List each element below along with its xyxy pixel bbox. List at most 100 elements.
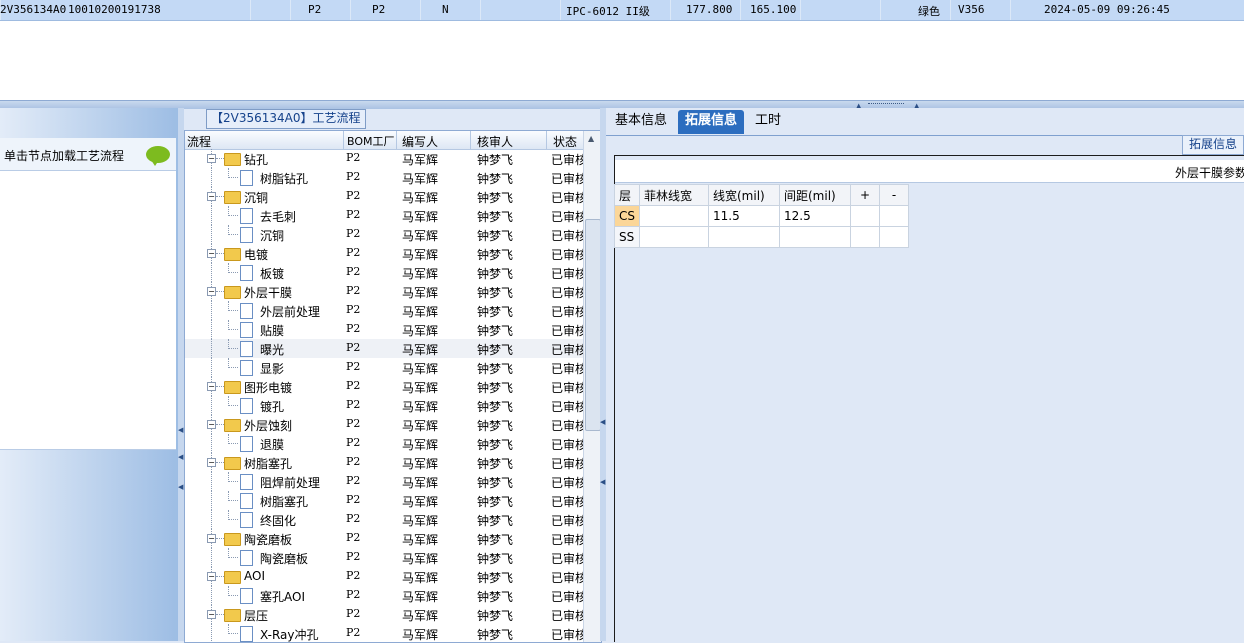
tree-node-step[interactable]: X-Ray冲孔 P2 马军辉 钟梦飞 已审核 [185,624,583,642]
grid-cell-spacing[interactable]: 12.5 [779,205,851,227]
tab-man-hours[interactable]: 工时 [748,110,788,134]
grid-cell-layer[interactable]: CS [614,205,640,227]
folder-icon [224,286,241,299]
collapse-arrow-icon-2[interactable]: ◀ [600,478,605,486]
tab-basic-info[interactable]: 基本信息 [608,110,674,134]
tree-node-group[interactable]: − AOI P2 马军辉 钟梦飞 已审核 [185,567,583,586]
cell-status: 已审核 [551,229,583,243]
tree-node-group[interactable]: − 钻孔 P2 马军辉 钟梦飞 已审核 [185,149,583,168]
header-cell-factory[interactable]: P2 [308,3,321,16]
extended-info-button[interactable]: 拓展信息 [1182,135,1244,155]
grid-cell-minus[interactable] [879,205,909,227]
section-title-bar: 外层干膜参数 [615,160,1244,183]
tree-branch-line [228,310,238,311]
grid-header-spacing[interactable]: 间距(mil) [779,184,851,206]
tree-node-label: 层压 [244,609,269,623]
collapse-toggle-icon[interactable]: − [207,572,216,581]
scroll-up-arrow-icon[interactable]: ▲ [588,134,594,143]
header-grid-row[interactable]: 2V356134A0 10010200191738 P2 P2 N IPC-6012 II… [0,0,1244,21]
process-tree-grid[interactable]: 流程 BOM工厂 编写人 核审人 状态 −钻孔P2马军辉钟梦飞已审核树脂钻孔P2… [184,130,602,643]
header-cell-site[interactable]: P2 [372,3,385,16]
collapse-toggle-icon[interactable]: − [207,458,216,467]
grid-header-layer[interactable]: 层 [614,184,640,206]
tree-node-group[interactable]: − 电镀 P2 马军辉 钟梦飞 已审核 [185,244,583,263]
header-cell-color[interactable]: 绿色 [918,3,940,19]
left-tree-area[interactable] [0,171,176,450]
scrollbar-thumb[interactable] [585,219,601,431]
collapse-toggle-icon[interactable]: − [207,382,216,391]
grid-row[interactable]: SS [614,226,909,248]
grid-header-film-width[interactable]: 菲林线宽 [639,184,709,206]
remove-row-button[interactable]: - [879,184,909,206]
grid-cell-film-width[interactable] [639,205,709,227]
outer-dry-film-grid[interactable]: 层 菲林线宽 线宽(mil) 间距(mil) + - CS 11.5 12.5 … [614,184,909,248]
collapse-toggle-icon[interactable]: − [207,192,216,201]
header-cell-job-no[interactable]: 2V356134A0 [0,3,66,16]
col-header-flow[interactable]: 流程 [187,133,211,150]
header-cell-width[interactable]: 177.800 [686,3,732,16]
grid-cell-plus[interactable] [850,205,880,227]
tab-extended-info[interactable]: 拓展信息 [678,110,745,134]
grid-header-line-width[interactable]: 线宽(mil) [708,184,780,206]
grid-cell-film-width[interactable] [639,226,709,248]
tree-node-step[interactable]: 曝光 P2 马军辉 钟梦飞 已审核 [185,339,583,358]
splitter-grip[interactable] [868,103,904,106]
col-header-bom-factory[interactable]: BOM工厂 [347,133,395,149]
col-header-writer[interactable]: 编写人 [402,133,438,150]
tree-node-step[interactable]: 显影 P2 马军辉 钟梦飞 已审核 [185,358,583,377]
cell-writer: 马军辉 [402,495,439,509]
tree-node-group[interactable]: − 外层蚀刻 P2 马军辉 钟梦飞 已审核 [185,415,583,434]
vertical-scrollbar[interactable]: ▲ [583,131,601,642]
grid-cell-minus[interactable] [879,226,909,248]
col-header-status[interactable]: 状态 [553,133,577,150]
collapse-toggle-icon[interactable]: − [207,534,216,543]
tree-node-step[interactable]: 去毛刺 P2 马军辉 钟梦飞 已审核 [185,206,583,225]
tree-node-group[interactable]: − 层压 P2 马军辉 钟梦飞 已审核 [185,605,583,624]
tree-node-step[interactable]: 终固化 P2 马军辉 钟梦飞 已审核 [185,510,583,529]
tree-node-step[interactable]: 沉铜 P2 马军辉 钟梦飞 已审核 [185,225,583,244]
tree-node-group[interactable]: − 图形电镀 P2 马军辉 钟梦飞 已审核 [185,377,583,396]
col-header-reviewer[interactable]: 核审人 [477,133,513,150]
grid-cell-spacing[interactable] [779,226,851,248]
tree-node-step[interactable]: 陶瓷磨板 P2 马军辉 钟梦飞 已审核 [185,548,583,567]
tree-node-group[interactable]: − 外层干膜 P2 马军辉 钟梦飞 已审核 [185,282,583,301]
tree-node-step[interactable]: 树脂塞孔 P2 马军辉 钟梦飞 已审核 [185,491,583,510]
header-cell-version[interactable]: V356 [958,3,985,16]
grid-cell-layer[interactable]: SS [614,226,640,248]
collapse-toggle-icon[interactable]: − [207,420,216,429]
tree-node-step[interactable]: 退膜 P2 马军辉 钟梦飞 已审核 [185,434,583,453]
tree-node-step[interactable]: 树脂钻孔 P2 马军辉 钟梦飞 已审核 [185,168,583,187]
tree-node-group[interactable]: − 陶瓷磨板 P2 马军辉 钟梦飞 已审核 [185,529,583,548]
tree-node-step[interactable]: 镀孔 P2 马军辉 钟梦飞 已审核 [185,396,583,415]
collapse-toggle-icon[interactable]: − [207,287,216,296]
tree-guide-line [211,396,212,415]
tree-node-step[interactable]: 贴膜 P2 马军辉 钟梦飞 已审核 [185,320,583,339]
collapse-toggle-icon[interactable]: − [207,249,216,258]
collapse-left-arrow-icon-2[interactable]: ◀ [178,453,183,461]
tree-node-step[interactable]: 板镀 P2 马军辉 钟梦飞 已审核 [185,263,583,282]
grid-cell-line-width[interactable] [708,226,780,248]
grid-cell-line-width[interactable]: 11.5 [708,205,780,227]
header-cell-flag[interactable]: N [442,3,449,16]
header-cell-timestamp[interactable]: 2024-05-09 09:26:45 [1044,3,1170,16]
collapse-left-arrow-icon[interactable]: ◀ [178,426,183,434]
tree-node-step[interactable]: 外层前处理 P2 马军辉 钟梦飞 已审核 [185,301,583,320]
cell-reviewer: 钟梦飞 [477,552,514,566]
header-cell-height[interactable]: 165.100 [750,3,796,16]
grid-row[interactable]: CS 11.5 12.5 [614,205,909,227]
tree-node-group[interactable]: − 树脂塞孔 P2 马军辉 钟梦飞 已审核 [185,453,583,472]
cell-reviewer: 钟梦飞 [477,438,514,452]
cell-status: 已审核 [551,362,583,376]
grid-cell-plus[interactable] [850,226,880,248]
header-cell-standard[interactable]: IPC-6012 II级 [566,3,650,19]
cell-writer: 马军辉 [402,210,439,224]
tree-node-step[interactable]: 阻焊前处理 P2 马军辉 钟梦飞 已审核 [185,472,583,491]
header-cell-part-no[interactable]: 10010200191738 [68,3,161,16]
tree-node-group[interactable]: − 沉铜 P2 马军辉 钟梦飞 已审核 [185,187,583,206]
collapse-toggle-icon[interactable]: − [207,610,216,619]
tree-node-step[interactable]: 塞孔AOI P2 马军辉 钟梦飞 已审核 [185,586,583,605]
collapse-left-arrow-icon-3[interactable]: ◀ [178,483,183,491]
add-row-button[interactable]: + [850,184,880,206]
collapse-arrow-icon[interactable]: ◀ [600,418,605,426]
collapse-toggle-icon[interactable]: − [207,154,216,163]
